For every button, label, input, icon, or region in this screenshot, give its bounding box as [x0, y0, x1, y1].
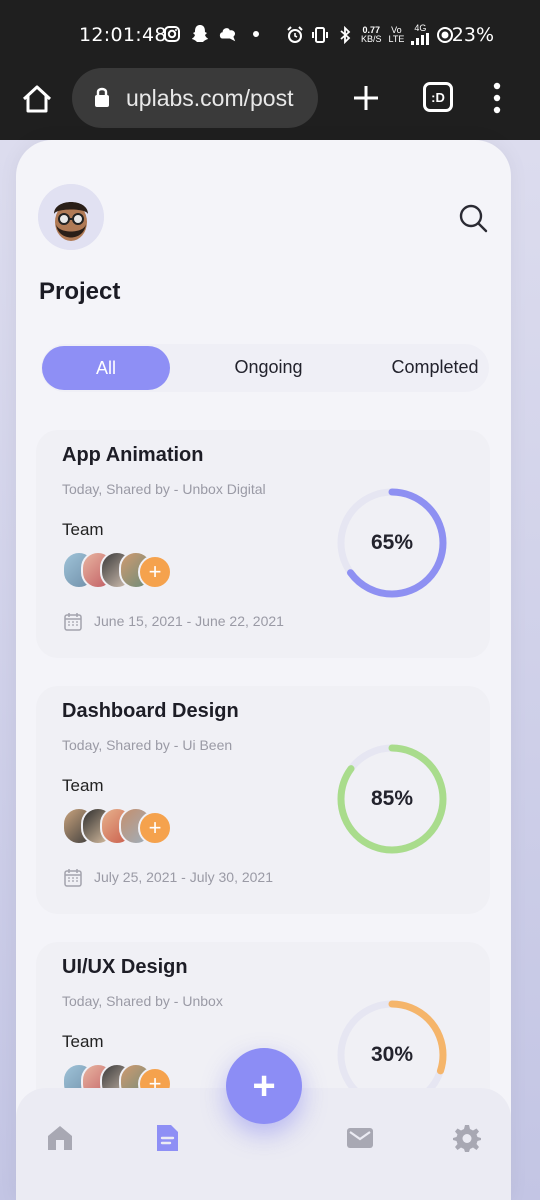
url-bar[interactable]: uplabs.com/post: [72, 68, 318, 128]
url-text: uplabs.com/post: [126, 85, 294, 111]
home-icon: [22, 85, 52, 113]
signal-indicator: 4G: [411, 23, 430, 45]
search-icon: [459, 204, 488, 233]
team-members: +: [62, 551, 182, 591]
team-label: Team: [62, 1032, 104, 1051]
project-title: App Animation: [62, 444, 204, 466]
progress-percent: 65%: [370, 531, 414, 554]
project-subtitle: Today, Shared by - Ui Been: [62, 737, 233, 753]
project-subtitle: Today, Shared by - Unbox: [62, 993, 223, 1009]
page-title: Project: [39, 278, 121, 305]
add-project-button[interactable]: +: [226, 1048, 302, 1124]
net-speed: 0.77 KB/S: [361, 25, 382, 44]
status-time: 12:01:48: [79, 24, 167, 46]
browser-toolbar: uplabs.com/post :D: [0, 68, 540, 140]
volte-bottom: LTE: [388, 33, 405, 44]
more-vertical-icon: [493, 82, 501, 114]
status-bar: 12:01:48 0.77 KB/S Vo LTE 4G 23%: [0, 0, 540, 68]
bluetooth-icon: [336, 25, 354, 45]
team-members: +: [62, 807, 182, 847]
signal-label: 4G: [414, 23, 427, 33]
mail-icon: [347, 1128, 373, 1148]
progress-percent: 85%: [370, 787, 414, 810]
net-speed-unit: KB/S: [361, 33, 382, 44]
calendar-icon: [64, 613, 82, 631]
instagram-icon: [163, 24, 181, 44]
signal-icon: [411, 33, 430, 45]
status-system-icons: 0.77 KB/S Vo LTE 4G: [286, 24, 454, 45]
filter-tabs: All Ongoing Completed: [41, 344, 489, 392]
nav-messages[interactable]: [345, 1123, 375, 1153]
volte-indicator: Vo LTE: [388, 25, 405, 44]
add-member-button[interactable]: +: [138, 811, 172, 845]
project-date-range: July 25, 2021 - July 30, 2021: [94, 869, 274, 885]
add-member-button[interactable]: +: [138, 555, 172, 589]
project-title: Dashboard Design: [62, 700, 239, 722]
avatar[interactable]: [38, 184, 104, 250]
nav-home[interactable]: [45, 1123, 75, 1153]
tab-all[interactable]: All: [42, 346, 170, 390]
app-screen: Project All Ongoing Completed App Animat…: [16, 140, 511, 1200]
search-button[interactable]: [457, 202, 489, 234]
project-card[interactable]: App Animation Today, Shared by - Unbox D…: [36, 430, 490, 658]
nav-settings[interactable]: [452, 1123, 482, 1153]
project-date-range: June 15, 2021 - June 22, 2021: [94, 613, 284, 629]
plus-icon: [354, 86, 378, 110]
project-subtitle: Today, Shared by - Unbox Digital: [62, 481, 266, 497]
document-icon: [157, 1125, 178, 1151]
snapchat-icon: [191, 24, 209, 44]
app-notification-icon: [219, 24, 237, 44]
status-notification-icons: [163, 24, 265, 44]
alarm-icon: [286, 25, 304, 45]
dot-icon: [247, 24, 265, 44]
project-card[interactable]: Dashboard Design Today, Shared by - Ui B…: [36, 686, 490, 914]
team-label: Team: [62, 520, 104, 539]
gear-icon: [453, 1125, 481, 1152]
nav-projects[interactable]: [152, 1123, 182, 1153]
tab-switcher-button[interactable]: :D: [423, 82, 453, 112]
browser-menu-button[interactable]: [487, 78, 507, 118]
home-icon: [48, 1126, 72, 1150]
project-title: UI/UX Design: [62, 956, 188, 978]
calendar-icon: [64, 869, 82, 887]
tab-ongoing[interactable]: Ongoing: [201, 344, 336, 390]
fab-plus: +: [252, 1064, 276, 1108]
browser-home-button[interactable]: [20, 82, 54, 116]
new-tab-button[interactable]: [350, 82, 382, 114]
vibrate-icon: [311, 25, 329, 45]
lock-icon: [94, 86, 110, 113]
tab-completed[interactable]: Completed: [371, 344, 499, 390]
battery-percent: 23%: [451, 24, 494, 46]
team-label: Team: [62, 776, 104, 795]
